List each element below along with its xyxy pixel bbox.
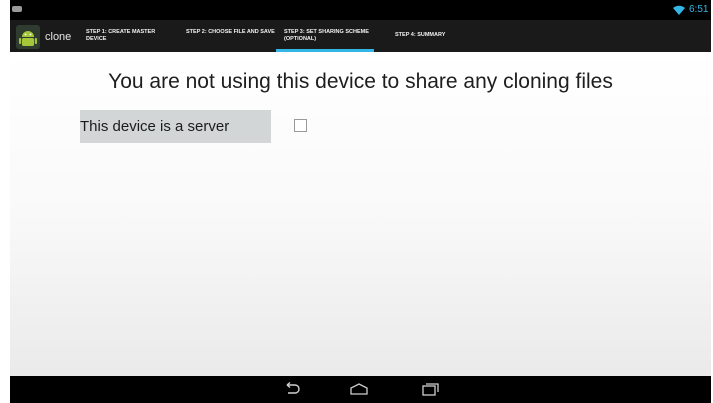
tab-step-3[interactable]: STEP 3: SET SHARING SCHEME (OPTIONAL) [276, 20, 374, 52]
app-title: clone [45, 31, 72, 43]
tab-step-2[interactable]: STEP 2: CHOOSE FILE AND SAVE [186, 20, 276, 52]
tab-step-1-label: STEP 1: CREATE MASTER DEVICE [86, 29, 156, 42]
device-screen: 6:51 clone STEP 1: CREATE MASTER DEVICE … [10, 0, 711, 403]
action-bar: clone STEP 1: CREATE MASTER DEVICE STEP … [10, 20, 711, 52]
tab-step-1[interactable]: STEP 1: CREATE MASTER DEVICE [86, 20, 176, 52]
tab-step-2-label: STEP 2: CHOOSE FILE AND SAVE [186, 29, 275, 35]
back-icon[interactable] [282, 381, 302, 397]
android-app-icon[interactable] [16, 25, 40, 49]
status-clock: 6:51 [689, 4, 709, 15]
recents-icon[interactable] [420, 381, 440, 397]
main-content: You are not using this device to share a… [10, 52, 711, 376]
home-icon[interactable] [349, 381, 369, 397]
controller-icon [12, 6, 22, 12]
tab-step-4-label: STEP 4: SUMMARY [395, 32, 446, 38]
tab-step-3-label: STEP 3: SET SHARING SCHEME (OPTIONAL) [284, 29, 369, 42]
page-headline: You are not using this device to share a… [108, 70, 613, 93]
server-checkbox[interactable] [294, 119, 307, 132]
tab-step-4[interactable]: STEP 4: SUMMARY [395, 20, 485, 52]
wifi-icon [673, 5, 685, 15]
status-bar: 6:51 [10, 0, 711, 20]
navigation-bar [10, 376, 711, 403]
server-option-label: This device is a server [80, 110, 271, 143]
